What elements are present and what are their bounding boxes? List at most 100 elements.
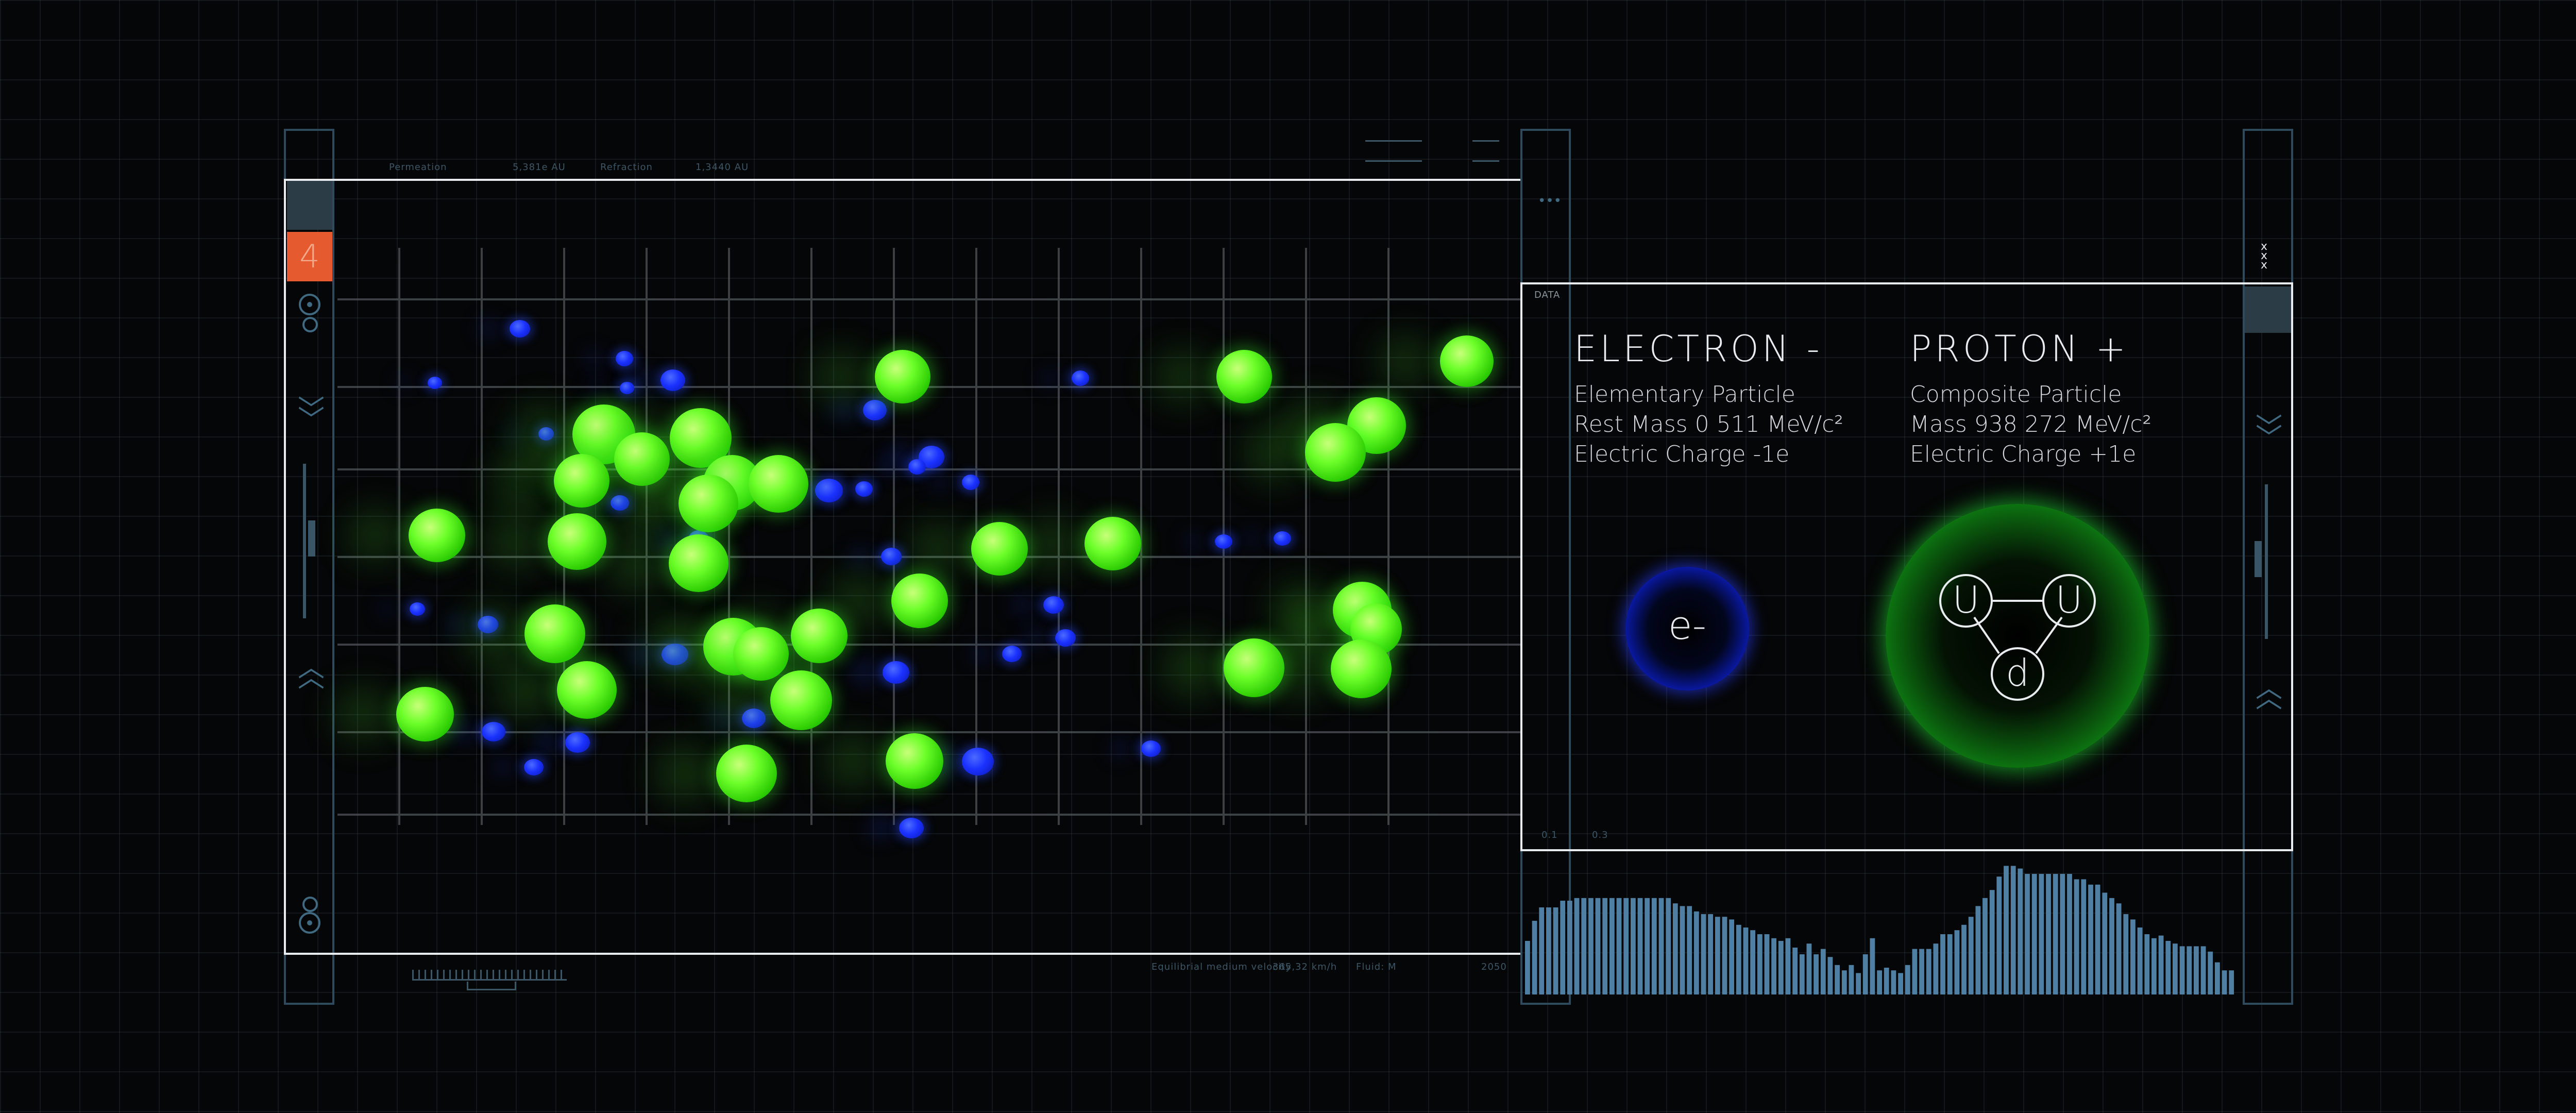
histogram-bar bbox=[1609, 898, 1615, 994]
electron-particle bbox=[410, 602, 425, 616]
proton-particle bbox=[1305, 423, 1366, 482]
electron-particle bbox=[482, 722, 505, 741]
particle-viewport[interactable] bbox=[284, 179, 1522, 955]
histogram-bar bbox=[2215, 962, 2220, 994]
histogram-bar bbox=[2179, 946, 2185, 994]
proton-title: PROTON + bbox=[1910, 328, 2129, 370]
histogram-bar bbox=[2229, 970, 2234, 994]
footer-label-fluid: Fluid: M bbox=[1356, 962, 1397, 972]
electron-type: Elementary Particle bbox=[1574, 381, 1795, 408]
electron-particle bbox=[899, 818, 924, 838]
simulation-grid bbox=[337, 248, 1520, 825]
histogram-bar bbox=[1771, 938, 1776, 994]
histogram-bar bbox=[1729, 919, 1734, 994]
histogram-bar bbox=[1975, 906, 1981, 994]
electron-particle bbox=[881, 548, 902, 565]
histogram-bar bbox=[1743, 927, 1749, 994]
proton-type: Composite Particle bbox=[1910, 381, 2122, 408]
electron-particle bbox=[742, 709, 766, 728]
histogram-bar bbox=[1546, 907, 1551, 994]
electron-particle bbox=[510, 320, 530, 338]
proton-particle bbox=[891, 574, 948, 628]
histogram-bar bbox=[1905, 965, 1910, 994]
electron-mass: Rest Mass 0 511 MeV/c² bbox=[1574, 411, 1843, 437]
histogram-bar bbox=[1588, 898, 1594, 994]
electron-particle bbox=[1002, 646, 1022, 662]
histogram-bar bbox=[2067, 874, 2072, 994]
histogram-bar bbox=[1898, 973, 1903, 994]
histogram-bar bbox=[1996, 876, 2002, 994]
histogram-bar bbox=[1912, 949, 1918, 994]
header-value-permeation: 5,381e AU bbox=[513, 162, 566, 173]
histogram-bar bbox=[2158, 935, 2164, 994]
histogram-bar bbox=[1933, 943, 1939, 994]
proton-particle bbox=[971, 522, 1028, 576]
histogram-bar bbox=[1616, 898, 1622, 994]
histogram-bar bbox=[1820, 949, 1826, 994]
electron-particle bbox=[855, 481, 873, 497]
proton-particle bbox=[554, 454, 609, 508]
histogram-bar bbox=[1961, 924, 1967, 994]
proton-particle bbox=[791, 609, 848, 663]
histogram-bar bbox=[1940, 934, 1945, 994]
histogram-bar bbox=[1539, 907, 1545, 994]
histogram-bar bbox=[1835, 965, 1840, 994]
histogram-bar bbox=[1919, 949, 1924, 994]
electron-particle bbox=[524, 759, 544, 775]
histogram-bar bbox=[1693, 911, 1699, 994]
electron-particle bbox=[962, 475, 979, 490]
histogram-bar bbox=[1778, 941, 1784, 994]
electron-particle bbox=[538, 427, 554, 441]
histogram-bar bbox=[1666, 898, 1671, 994]
electron-particle bbox=[1141, 740, 1161, 757]
electron-particle bbox=[1072, 370, 1089, 386]
histogram-bar bbox=[2165, 941, 2171, 994]
histogram-bar bbox=[2116, 903, 2122, 994]
proton-particle bbox=[1216, 350, 1272, 403]
histogram-bar bbox=[1623, 898, 1629, 994]
proton-particle bbox=[733, 627, 789, 681]
histogram-bar bbox=[1968, 917, 1974, 994]
histogram-bar bbox=[2194, 946, 2199, 994]
more-options-icon[interactable]: ••• bbox=[1538, 193, 1562, 209]
histogram-bar bbox=[1708, 914, 1713, 994]
histogram-bar bbox=[1870, 938, 1875, 994]
histogram-bar bbox=[1884, 968, 1889, 994]
histogram-bar bbox=[2130, 919, 2136, 994]
close-icon[interactable]: xxx bbox=[2261, 241, 2267, 271]
electron-particle bbox=[478, 616, 498, 633]
histogram-bar bbox=[2187, 946, 2192, 994]
electron-particle bbox=[611, 495, 629, 511]
mini-scale-bracket bbox=[467, 982, 516, 990]
histogram-bar bbox=[1602, 898, 1608, 994]
histogram-bar bbox=[1637, 898, 1643, 994]
histogram-bar bbox=[1954, 930, 1960, 994]
histogram-bar bbox=[1862, 954, 1868, 994]
electron-particle bbox=[616, 351, 633, 366]
proton-particle bbox=[548, 513, 606, 570]
proton-particle bbox=[1224, 638, 1284, 697]
mini-toolbar[interactable] bbox=[1365, 140, 1422, 162]
histogram-bar bbox=[1672, 903, 1678, 994]
histogram-bar bbox=[2004, 866, 2009, 994]
histogram-bar bbox=[1658, 898, 1664, 994]
histogram-bar bbox=[1736, 924, 1741, 994]
histogram-bar bbox=[1799, 954, 1805, 994]
histogram-bar bbox=[1574, 898, 1580, 994]
histogram-bar bbox=[1680, 906, 1685, 994]
histogram-bar bbox=[1926, 949, 1931, 994]
data-tag: DATA bbox=[1534, 290, 1561, 300]
histogram-bar bbox=[2102, 892, 2108, 994]
histogram-bar bbox=[2151, 938, 2157, 994]
histogram-bar bbox=[1560, 901, 1566, 994]
histogram-bar bbox=[1631, 898, 1636, 994]
tick-label-1: 0.1 bbox=[1541, 830, 1558, 840]
histogram-bar bbox=[2109, 898, 2114, 994]
quark-up-1: U bbox=[1952, 578, 1980, 621]
mini-grid-icon[interactable] bbox=[1472, 140, 1499, 162]
electron-particle bbox=[1043, 596, 1064, 614]
histogram-bar bbox=[1567, 901, 1572, 994]
mini-scale-ruler bbox=[412, 970, 567, 981]
electron-particle bbox=[428, 377, 442, 389]
electron-particle bbox=[620, 382, 634, 394]
